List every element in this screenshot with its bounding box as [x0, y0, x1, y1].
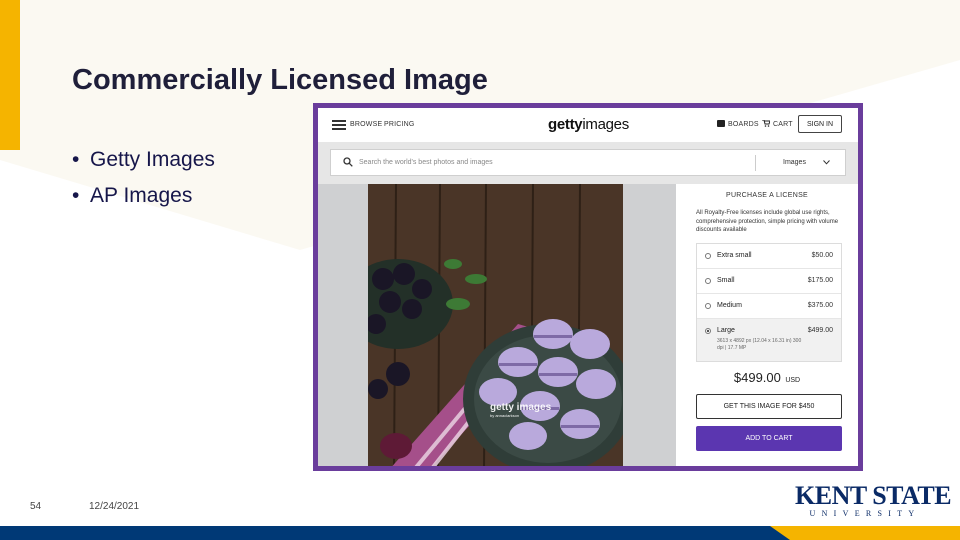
search-input[interactable]: Search the world's best photos and image… [359, 159, 493, 166]
license-panel: PURCHASE A LICENSE All Royalty-Free lice… [676, 184, 858, 466]
bullet-item: • Getty Images [72, 148, 215, 171]
macarons-photo[interactable]: getty images by annaclarkson [368, 184, 623, 466]
panel-description: All Royalty-Free licenses include global… [696, 210, 839, 233]
radio-button[interactable] [705, 253, 711, 259]
getty-screenshot: BROWSE PRICING gettyimages BOARDS CART S… [313, 103, 863, 471]
watermark: getty images by annaclarkson [490, 402, 552, 418]
footer-gold-stripe [770, 526, 960, 540]
nav-pricing[interactable]: PRICING [384, 121, 415, 128]
boards-icon [717, 120, 725, 127]
bullet-text: AP Images [90, 184, 193, 207]
photo-illustration [368, 184, 623, 466]
size-option-medium[interactable]: Medium $375.00 [697, 294, 841, 319]
radio-button-selected[interactable] [705, 328, 711, 334]
hamburger-menu-icon[interactable] [332, 120, 346, 130]
image-preview-area: getty images by annaclarkson [318, 184, 676, 466]
search-bar[interactable]: Search the world's best photos and image… [330, 149, 846, 176]
search-type-select[interactable]: Images [783, 159, 806, 166]
getty-logo[interactable]: gettyimages [548, 116, 629, 133]
slide-number: 54 [30, 501, 42, 512]
cart-icon [762, 120, 770, 127]
kent-state-logo: KENT STATE UNIVERSITY [795, 481, 952, 519]
gold-accent-bar [0, 0, 20, 150]
search-icon [343, 157, 353, 167]
bullet-text: Getty Images [90, 148, 215, 171]
radio-button[interactable] [705, 278, 711, 284]
search-area: Search the world's best photos and image… [318, 142, 858, 184]
panel-title: PURCHASE A LICENSE [725, 192, 809, 199]
chevron-down-icon[interactable] [823, 160, 830, 165]
radio-button[interactable] [705, 303, 711, 309]
bullet-list: • Getty Images • AP Images [72, 146, 215, 218]
total-price: $499.00 USD [733, 370, 801, 385]
nav-browse[interactable]: BROWSE [350, 121, 382, 128]
slide-date: 12/24/2021 [89, 501, 140, 512]
slide-title: Commercially Licensed Image [72, 64, 488, 96]
get-image-button[interactable]: GET THIS IMAGE FOR $450 [696, 394, 842, 419]
add-to-cart-button[interactable]: ADD TO CART [696, 426, 842, 451]
nav-boards[interactable]: BOARDS [728, 121, 759, 128]
footer-bar [0, 526, 960, 540]
sign-in-button[interactable]: SIGN IN [798, 115, 842, 133]
nav-cart[interactable]: CART [773, 121, 793, 128]
size-options: Extra small $50.00 Small $175.00 Medium … [696, 243, 842, 362]
getty-top-bar: BROWSE PRICING gettyimages BOARDS CART S… [318, 108, 858, 143]
size-option-large[interactable]: Large $499.00 3613 x 4892 px (12.04 x 16… [697, 319, 841, 361]
search-divider [755, 155, 756, 171]
size-option-extra-small[interactable]: Extra small $50.00 [697, 244, 841, 269]
bullet-item: • AP Images [72, 184, 193, 207]
size-option-small[interactable]: Small $175.00 [697, 269, 841, 294]
